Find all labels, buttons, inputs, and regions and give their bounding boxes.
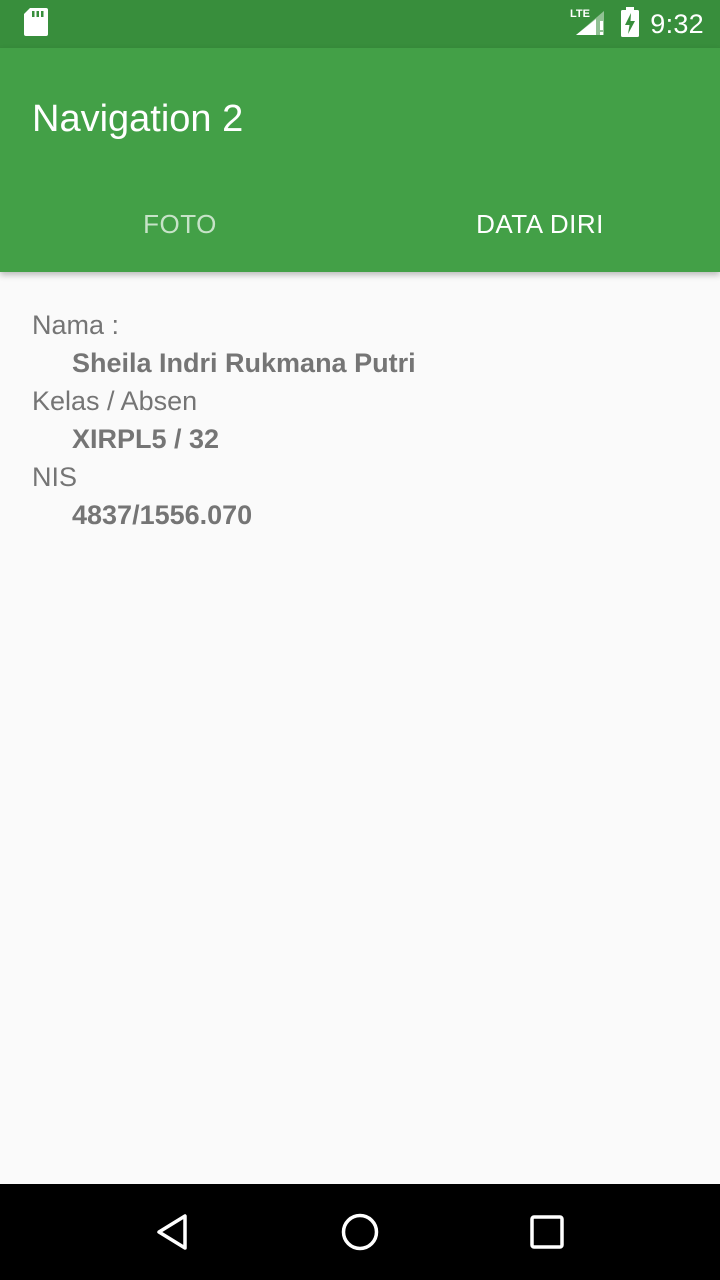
- name-label: Nama :: [32, 310, 120, 340]
- lte-signal-icon: LTE: [570, 7, 610, 42]
- home-button[interactable]: [320, 1192, 400, 1272]
- profile-content: Nama : Sheila Indri Rukmana Putri Kelas …: [0, 272, 720, 1184]
- tab-data-diri-label: DATA DIRI: [476, 208, 604, 239]
- class-label: Kelas / Absen: [32, 386, 198, 416]
- app-bar: Navigation 2 FOTO DATA DIRI: [0, 48, 720, 272]
- nis-value: 4837/1556.070: [72, 500, 253, 530]
- recents-button[interactable]: [507, 1192, 587, 1272]
- network-label: LTE: [570, 8, 590, 20]
- status-time: 9:32: [650, 8, 704, 39]
- status-bar: LTE 9:32: [0, 0, 720, 48]
- back-button[interactable]: [133, 1192, 213, 1272]
- tab-foto-label: FOTO: [143, 208, 217, 239]
- name-value: Sheila Indri Rukmana Putri: [72, 348, 416, 378]
- recents-icon: [529, 1215, 564, 1249]
- page-title: Navigation 2: [32, 98, 244, 140]
- back-icon: [157, 1214, 188, 1250]
- tab-data-diri[interactable]: DATA DIRI: [360, 176, 720, 272]
- tab-bar: FOTO DATA DIRI: [0, 176, 720, 272]
- system-nav-bar: [0, 1184, 720, 1280]
- nis-label: NIS: [32, 462, 78, 492]
- class-value: XIRPL5 / 32: [72, 424, 220, 454]
- sd-card-icon: [24, 7, 48, 41]
- home-icon: [341, 1213, 379, 1251]
- tab-foto[interactable]: FOTO: [0, 176, 360, 272]
- battery-charging-icon: [620, 6, 640, 42]
